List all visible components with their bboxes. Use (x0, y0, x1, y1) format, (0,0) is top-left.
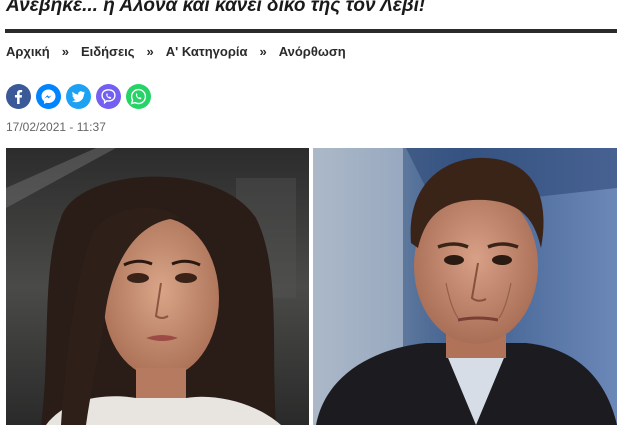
breadcrumb-separator: » (259, 44, 267, 59)
breadcrumb-home[interactable]: Αρχική (6, 44, 50, 59)
viber-icon (101, 89, 116, 105)
whatsapp-icon (130, 88, 147, 105)
share-buttons (6, 84, 151, 109)
share-whatsapp-button[interactable] (126, 84, 151, 109)
article-title: Ανέβηκε... η Αλόνα και κάνει δικό της το… (6, 0, 426, 16)
messenger-icon (41, 89, 56, 104)
breadcrumb-separator: » (61, 44, 69, 59)
share-facebook-button[interactable] (6, 84, 31, 109)
article-page: Ανέβηκε... η Αλόνα και κάνει δικό της το… (0, 0, 617, 425)
breadcrumb-first-division[interactable]: Α' Κατηγορία (166, 44, 248, 59)
share-viber-button[interactable] (96, 84, 121, 109)
breadcrumb-anorthosis[interactable]: Ανόρθωση (279, 44, 346, 59)
share-twitter-button[interactable] (66, 84, 91, 109)
article-photo (6, 148, 617, 425)
article-photo-collage (6, 148, 617, 425)
facebook-icon (14, 89, 23, 104)
breadcrumb: Αρχική » Ειδήσεις » Α' Κατηγορία » Ανόρθ… (6, 44, 346, 59)
share-messenger-button[interactable] (36, 84, 61, 109)
title-divider (5, 29, 617, 33)
breadcrumb-news[interactable]: Ειδήσεις (81, 44, 135, 59)
article-date: 17/02/2021 - 11:37 (6, 120, 106, 134)
breadcrumb-separator: » (146, 44, 154, 59)
twitter-icon (72, 91, 85, 103)
